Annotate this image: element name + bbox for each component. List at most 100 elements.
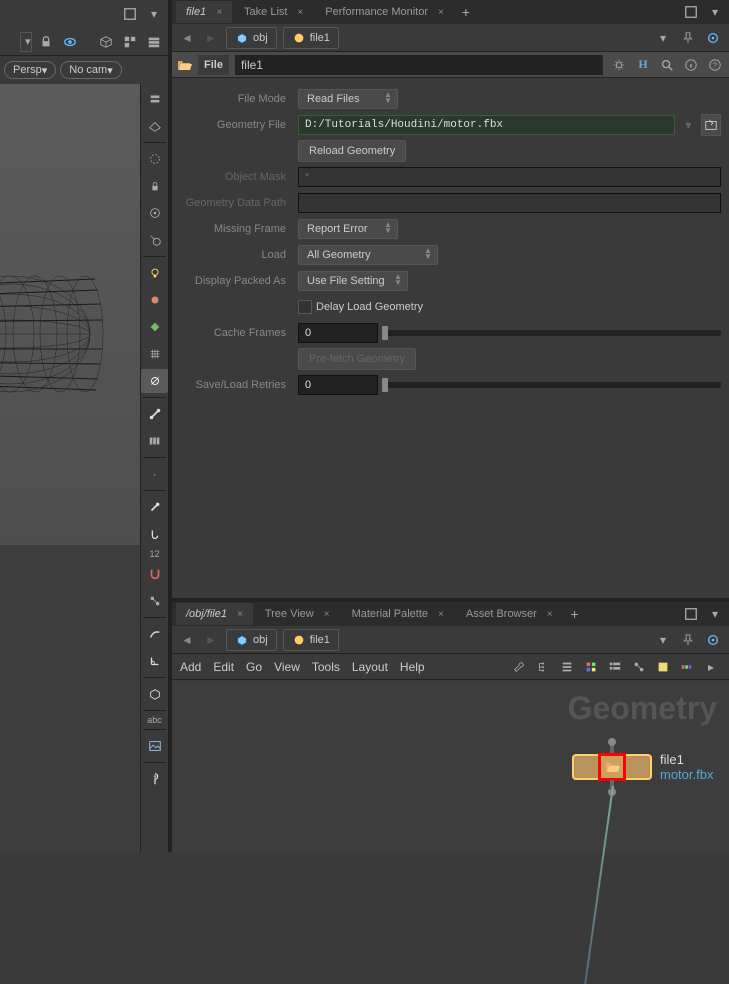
stack-icon[interactable] — [144, 32, 164, 52]
delay-load-checkbox[interactable] — [298, 300, 312, 314]
camera-persp-menu[interactable]: Persp ▾ — [4, 61, 56, 79]
bulb-icon[interactable] — [143, 261, 167, 285]
menu-help[interactable]: Help — [400, 660, 425, 674]
close-icon[interactable]: × — [324, 609, 330, 620]
tree-icon[interactable] — [533, 657, 553, 677]
path-obj-chip[interactable]: obj — [226, 27, 277, 49]
row-icon[interactable] — [143, 429, 167, 453]
eye-icon[interactable] — [60, 32, 80, 52]
missing-frame-dropdown[interactable]: Report Error▲▼ — [298, 219, 398, 239]
grid-icon[interactable] — [143, 342, 167, 366]
help-icon[interactable]: ? — [705, 55, 725, 75]
node-input-connector[interactable] — [608, 738, 616, 746]
geometry-data-path-input[interactable] — [298, 193, 721, 213]
tab-network-path[interactable]: /obj/file1× — [176, 603, 253, 625]
sticky-icon[interactable] — [653, 657, 673, 677]
close-icon[interactable]: × — [547, 609, 553, 620]
cube-icon[interactable] — [143, 682, 167, 706]
pane-menu-icon[interactable]: ▾ — [144, 4, 164, 24]
tab-asset-browser[interactable]: Asset Browser× — [456, 603, 563, 625]
tab-tree-view[interactable]: Tree View× — [255, 603, 340, 625]
reference-plane-icon[interactable] — [143, 114, 167, 138]
maximize-icon[interactable] — [120, 4, 140, 24]
image-icon[interactable] — [143, 734, 167, 758]
camera-nocam-menu[interactable]: No cam ▾ — [60, 61, 121, 79]
steps-12-label[interactable]: 12 — [141, 549, 168, 559]
cache-frames-slider[interactable] — [382, 330, 721, 336]
close-icon[interactable]: × — [237, 609, 243, 620]
chevron-down-icon[interactable]: ▾ — [679, 115, 697, 135]
geometry-file-input[interactable] — [298, 115, 675, 135]
brush-icon[interactable] — [143, 495, 167, 519]
abc-label[interactable]: abc — [141, 715, 168, 725]
box-icon[interactable] — [96, 32, 116, 52]
orange-dot-icon[interactable] — [143, 288, 167, 312]
arrow-target-icon[interactable] — [143, 228, 167, 252]
close-icon[interactable]: × — [297, 7, 303, 18]
menu-add[interactable]: Add — [180, 660, 201, 674]
tab-file1[interactable]: file1× — [176, 1, 232, 23]
palette-icon[interactable] — [677, 657, 697, 677]
display-item-icon[interactable] — [143, 87, 167, 111]
object-mask-input[interactable] — [298, 167, 721, 187]
list-view-icon[interactable] — [557, 657, 577, 677]
deps-icon[interactable] — [629, 657, 649, 677]
net-path-obj-chip[interactable]: obj — [226, 629, 277, 651]
viewport-layout-menu[interactable]: ▾ — [20, 32, 32, 52]
tab-take-list[interactable]: Take List× — [234, 1, 313, 23]
path-node-chip[interactable]: file1 — [283, 27, 339, 49]
padlock-small-icon[interactable] — [143, 174, 167, 198]
menu-tools[interactable]: Tools — [312, 660, 340, 674]
add-tab-button[interactable]: + — [565, 606, 585, 622]
browse-file-button[interactable] — [701, 114, 721, 136]
close-icon[interactable]: × — [438, 7, 444, 18]
ghost-icon[interactable] — [143, 147, 167, 171]
target-ring-icon[interactable] — [703, 630, 723, 650]
lock-icon[interactable] — [36, 32, 56, 52]
cache-frames-input[interactable] — [298, 323, 378, 343]
bone-icon[interactable] — [143, 402, 167, 426]
boxes-icon[interactable] — [120, 32, 140, 52]
target-ring-icon[interactable] — [703, 28, 723, 48]
close-icon[interactable]: × — [438, 609, 444, 620]
tab-performance-monitor[interactable]: Performance Monitor× — [315, 1, 454, 23]
list2-icon[interactable] — [605, 657, 625, 677]
3d-viewport[interactable] — [0, 84, 140, 852]
chevron-down-icon[interactable]: ▾ — [653, 630, 673, 650]
maximize-icon[interactable] — [681, 2, 701, 22]
pin-marker-icon[interactable] — [143, 767, 167, 791]
node-name-input[interactable] — [235, 55, 603, 75]
small-dot-icon[interactable]: · — [143, 462, 167, 486]
maximize-icon[interactable] — [681, 604, 701, 624]
gear-icon[interactable] — [609, 55, 629, 75]
play-icon[interactable]: ▸ — [701, 657, 721, 677]
pin-icon[interactable] — [679, 29, 697, 47]
chevron-down-icon[interactable]: ▾ — [653, 28, 673, 48]
path-icon[interactable] — [143, 622, 167, 646]
forward-button[interactable]: ► — [202, 631, 220, 649]
pin-icon[interactable] — [679, 631, 697, 649]
network-canvas[interactable]: Geometry file1 motor.fbx — [172, 682, 729, 852]
grid-view-icon[interactable] — [581, 657, 601, 677]
save-retries-input[interactable] — [298, 375, 378, 395]
file-mode-dropdown[interactable]: Read Files▲▼ — [298, 89, 398, 109]
add-tab-button[interactable]: + — [456, 4, 476, 20]
menu-edit[interactable]: Edit — [213, 660, 234, 674]
wrench-icon[interactable] — [509, 657, 529, 677]
pane-menu-icon[interactable]: ▾ — [705, 604, 725, 624]
save-retries-slider[interactable] — [382, 382, 721, 388]
menu-layout[interactable]: Layout — [352, 660, 388, 674]
green-geo-icon[interactable] — [143, 315, 167, 339]
display-packed-dropdown[interactable]: Use File Setting▲▼ — [298, 271, 408, 291]
search-icon[interactable] — [657, 55, 677, 75]
menu-go[interactable]: Go — [246, 660, 262, 674]
tab-material-palette[interactable]: Material Palette× — [342, 603, 454, 625]
pane-menu-icon[interactable]: ▾ — [705, 2, 725, 22]
load-dropdown[interactable]: All Geometry▲▼ — [298, 245, 438, 265]
back-button[interactable]: ◄ — [178, 631, 196, 649]
back-button[interactable]: ◄ — [178, 29, 196, 47]
info-icon[interactable] — [681, 55, 701, 75]
houdini-h-icon[interactable]: H — [633, 55, 653, 75]
display-opts-icon[interactable] — [143, 369, 167, 393]
hook-icon[interactable] — [143, 522, 167, 546]
